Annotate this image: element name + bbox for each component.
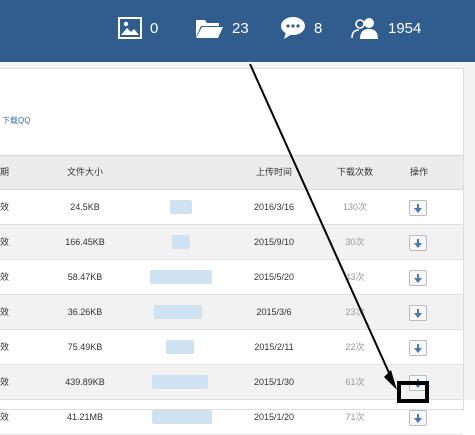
users-count: 1954 [388,19,422,37]
row-status: 效 [0,342,10,352]
chats-stat[interactable]: 8 [280,14,322,42]
download-arrow-icon [414,378,422,388]
row-action [396,295,442,329]
row-status: 效 [0,202,10,212]
images-count: 0 [150,19,159,37]
download-button[interactable] [409,270,427,286]
row-download-count: 130次 [342,202,368,212]
table-row[interactable]: 效 36.26KB 2015/3/6 23次 [0,295,463,330]
row-download-count: 30次 [345,237,365,247]
images-stat[interactable]: 0 [118,14,158,42]
row-file-name-blurred [132,365,234,399]
download-button[interactable] [409,410,427,426]
folder-icon [196,20,223,38]
row-upload-time: 2015/1/20 [253,412,295,422]
row-download-count: 23次 [345,307,365,317]
row-action [396,400,442,434]
table-row[interactable]: 效 41.21MB 2015/1/20 71次 [0,400,463,435]
row-file-size: 36.26KB [67,307,103,317]
row-file-name-blurred [132,400,234,434]
row-action [396,225,442,259]
download-button[interactable] [409,235,427,251]
table-row[interactable]: 效 24.5KB 2016/3/16 130次 [0,190,463,225]
file-panel: 下载QQ 期 文件大小 上传时间 下载次数 操作 效 24.5KB 2016/3… [0,68,464,435]
download-arrow-icon [414,308,422,318]
row-file-name-blurred [132,295,234,329]
header-file-name [132,156,234,189]
row-file-name-blurred [132,330,234,364]
table-row[interactable]: 效 75.49KB 2015/2/11 22次 [0,330,463,365]
row-download-count: 43次 [345,272,365,282]
users-stat[interactable]: 1954 [350,14,421,42]
row-upload-time: 2015/2/11 [254,342,294,352]
row-file-name-blurred [132,225,234,259]
download-button[interactable] [409,200,427,216]
row-upload-time: 2016/3/16 [253,202,295,212]
top-navigation-bar: 0 23 8 1954 [0,0,475,62]
download-arrow-icon [414,413,422,423]
main-content: 下载QQ 期 文件大小 上传时间 下载次数 操作 效 24.5KB 2016/3… [0,62,475,435]
row-file-size: 24.5KB [70,202,100,212]
row-status: 效 [0,272,10,282]
chats-count: 8 [314,19,323,37]
row-file-size: 58.47KB [67,272,103,282]
header-file-size: 文件大小 [66,167,103,177]
row-action [396,365,442,399]
download-button[interactable] [409,375,427,391]
header-action: 操作 [409,167,428,177]
row-download-count: 61次 [345,377,365,387]
download-button[interactable] [409,305,427,321]
row-status: 效 [0,377,10,387]
users-icon [351,18,378,39]
table-row[interactable]: 效 58.47KB 2015/5/20 43次 [0,260,463,295]
download-arrow-icon [414,203,422,213]
row-status: 效 [0,307,10,317]
row-upload-time: 2015/3/6 [256,307,292,317]
download-button[interactable] [409,340,427,356]
table-header: 期 文件大小 上传时间 下载次数 操作 [0,156,463,190]
chat-icon [281,17,305,39]
download-qq-link[interactable]: 下载QQ [2,115,30,126]
header-download-count: 下载次数 [336,167,373,177]
row-file-size: 166.45KB [65,237,105,247]
folders-count: 23 [232,19,249,37]
row-action [396,190,442,224]
folders-stat[interactable]: 23 [194,14,249,42]
row-file-name-blurred [132,190,234,224]
row-status: 效 [0,237,10,247]
row-file-size: 439.89KB [65,377,105,387]
table-row[interactable]: 效 439.89KB 2015/1/30 61次 [0,365,463,400]
row-download-count: 71次 [345,412,365,422]
row-action [396,260,442,294]
header-upload-time: 上传时间 [255,167,292,177]
table-row[interactable]: 效 166.45KB 2015/9/10 30次 [0,225,463,260]
download-arrow-icon [414,238,422,248]
row-download-count: 22次 [345,342,365,352]
row-upload-time: 2015/5/20 [253,272,295,282]
row-file-name-blurred [132,260,234,294]
row-upload-time: 2015/1/30 [253,377,295,387]
download-arrow-icon [414,343,422,353]
row-file-size: 75.49KB [67,342,103,352]
image-icon [118,17,142,39]
download-arrow-icon [414,273,422,283]
row-file-size: 41.21MB [66,412,104,422]
row-action [396,330,442,364]
row-status: 效 [0,412,10,422]
file-table: 期 文件大小 上传时间 下载次数 操作 效 24.5KB 2016/3/16 1… [0,155,463,435]
header-status: 期 [0,167,10,177]
row-upload-time: 2015/9/10 [253,237,295,247]
